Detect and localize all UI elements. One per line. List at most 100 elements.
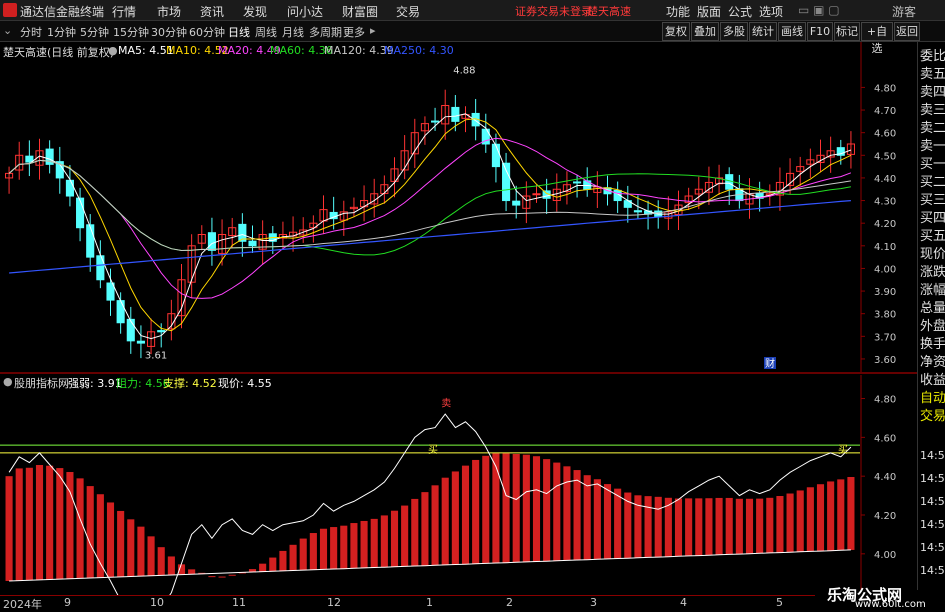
period-multi[interactable]: 多周期 bbox=[309, 24, 342, 40]
period-30min[interactable]: 30分钟 bbox=[151, 24, 187, 40]
menu-wealth[interactable]: 财富圈 bbox=[342, 3, 378, 20]
sidebar-item[interactable]: 买三 bbox=[920, 189, 945, 208]
sidebar-item[interactable]: 买一 bbox=[920, 153, 945, 172]
more-arrow-icon[interactable]: ▸ bbox=[370, 24, 376, 37]
indicator-bar bbox=[319, 528, 328, 570]
stock-notice[interactable]: 楚天高速 bbox=[587, 3, 631, 19]
f10-button[interactable]: F10 bbox=[807, 22, 833, 41]
sidebar-item[interactable]: 涨幅 bbox=[920, 279, 945, 298]
period-15min[interactable]: 15分钟 bbox=[113, 24, 149, 40]
x-tick: 11 bbox=[232, 596, 246, 609]
sidebar-item[interactable]: 换手 bbox=[920, 333, 945, 352]
period-daily[interactable]: 日线 bbox=[228, 24, 250, 40]
candle-body bbox=[491, 143, 500, 168]
y-tick-label: 4.00 bbox=[874, 264, 896, 275]
menu-ask[interactable]: 问小达 bbox=[287, 3, 323, 20]
settings-dot-icon[interactable]: ● bbox=[3, 375, 13, 388]
sidebar-item[interactable]: 自动 bbox=[920, 387, 945, 406]
sidebar-item[interactable]: 卖四 bbox=[920, 81, 945, 100]
menu-function[interactable]: 功能 bbox=[666, 3, 690, 20]
period-monthly[interactable]: 月线 bbox=[282, 24, 304, 40]
menu-discover[interactable]: 发现 bbox=[243, 3, 267, 20]
adjust-button[interactable]: 复权 bbox=[662, 22, 690, 41]
candle-body bbox=[76, 197, 85, 229]
indicator-bar bbox=[299, 538, 307, 571]
add-favorite-button[interactable]: +自选 bbox=[861, 22, 893, 55]
sidebar-item[interactable]: 外盘 bbox=[920, 315, 945, 334]
watermark-url: www.60lt.com bbox=[855, 599, 926, 610]
candle-body bbox=[725, 174, 734, 190]
draw-line-button[interactable]: 画线 bbox=[778, 22, 806, 41]
indicator-chart[interactable]: 4.80 4.60 4.40 4.20 4.00 卖买 买 ● 股朋指标网 强弱: 3.91… bbox=[0, 375, 917, 595]
indicator-bar bbox=[127, 519, 135, 577]
main-kline-chart[interactable]: 4.80 4.70 4.60 4.50 4.40 4.30 4.20 4.10 4.00 3.90… bbox=[0, 42, 917, 372]
indicator-bar bbox=[776, 496, 784, 553]
y-tick-label: 3.60 bbox=[874, 355, 896, 366]
indicator-bar bbox=[380, 515, 388, 568]
login-notice[interactable]: 证券交易未登录 bbox=[515, 3, 592, 19]
menu-layout[interactable]: 版面 bbox=[697, 3, 721, 20]
sidebar-item[interactable]: 总量 bbox=[920, 297, 945, 316]
overlay-button[interactable]: 叠加 bbox=[691, 22, 719, 41]
menu-quotes[interactable]: 行情 bbox=[112, 3, 136, 20]
sidebar-item[interactable]: 卖五 bbox=[920, 63, 945, 82]
period-weekly[interactable]: 周线 bbox=[255, 24, 277, 40]
indicator-bar bbox=[309, 533, 317, 570]
sidebar-item[interactable]: 交易 bbox=[920, 405, 945, 424]
y-tick-label: 4.60 bbox=[874, 433, 896, 444]
indicator-bar bbox=[766, 497, 774, 553]
indicator-bar bbox=[553, 462, 561, 561]
indicator-bar bbox=[431, 485, 439, 566]
sidebar-item[interactable]: 买五 bbox=[920, 225, 945, 244]
menu-formula[interactable]: 公式 bbox=[728, 3, 752, 20]
sidebar-item[interactable]: 卖三 bbox=[920, 99, 945, 118]
period-60min[interactable]: 60分钟 bbox=[189, 24, 225, 40]
ma250-legend: MA250: 4.30 bbox=[384, 44, 454, 57]
candle-body bbox=[573, 181, 582, 184]
mark-button[interactable]: 标记 bbox=[834, 22, 860, 41]
period-1min[interactable]: 1分钟 bbox=[47, 24, 76, 40]
ma60-line bbox=[8, 159, 851, 256]
sidebar-item[interactable]: 买四 bbox=[920, 207, 945, 226]
x-tick: 4 bbox=[680, 596, 687, 609]
menu-options[interactable]: 选项 bbox=[759, 3, 783, 20]
indicator-bar bbox=[522, 454, 530, 562]
indicator-bar bbox=[208, 576, 216, 578]
back-button[interactable]: 返回 bbox=[894, 22, 920, 41]
period-5min[interactable]: 5分钟 bbox=[80, 24, 109, 40]
indicator-bar bbox=[451, 471, 459, 565]
sidebar-item[interactable]: 涨跌 bbox=[920, 261, 945, 280]
price-value: 现价: 4.55 bbox=[218, 377, 272, 390]
candle-body bbox=[207, 232, 216, 251]
indicator-bar bbox=[685, 498, 693, 556]
settings-dot-icon[interactable]: ● bbox=[108, 44, 118, 57]
chevron-down-icon[interactable]: ⌄ bbox=[3, 24, 12, 37]
sidebar-item[interactable]: 卖一 bbox=[920, 135, 945, 154]
trade-time: 14:56 bbox=[920, 495, 945, 508]
menu-news[interactable]: 资讯 bbox=[200, 3, 224, 20]
period-more[interactable]: 更多 bbox=[343, 24, 365, 40]
indicator-bar bbox=[674, 498, 683, 557]
sidebar-item[interactable]: 净资 bbox=[920, 351, 945, 370]
window-controls[interactable]: ▭ ▣ ▢ bbox=[798, 3, 840, 17]
multi-stock-button[interactable]: 多股 bbox=[720, 22, 748, 41]
sidebar-item[interactable]: 买二 bbox=[920, 171, 945, 190]
sidebar-item[interactable]: 现价 bbox=[920, 243, 945, 262]
x-tick: 2 bbox=[506, 596, 513, 609]
menu-trade[interactable]: 交易 bbox=[396, 3, 420, 20]
sidebar-item[interactable]: 卖二 bbox=[920, 117, 945, 136]
candle-body bbox=[65, 179, 74, 197]
guest-label[interactable]: 游客 bbox=[892, 3, 916, 20]
indicator-bar bbox=[735, 498, 743, 555]
indicator-bar bbox=[482, 455, 490, 564]
y-tick-label: 4.00 bbox=[874, 550, 896, 561]
sidebar-item[interactable]: 收益 bbox=[920, 369, 945, 388]
sidebar-item[interactable]: 委比 bbox=[920, 45, 945, 64]
menu-market[interactable]: 市场 bbox=[157, 3, 181, 20]
period-timeline[interactable]: 分时 bbox=[20, 24, 42, 40]
x-tick: 10 bbox=[150, 596, 164, 609]
y-tick-label: 3.80 bbox=[874, 310, 896, 321]
price-line bbox=[8, 413, 852, 595]
indicator-bar bbox=[228, 574, 236, 576]
stats-button[interactable]: 统计 bbox=[749, 22, 777, 41]
